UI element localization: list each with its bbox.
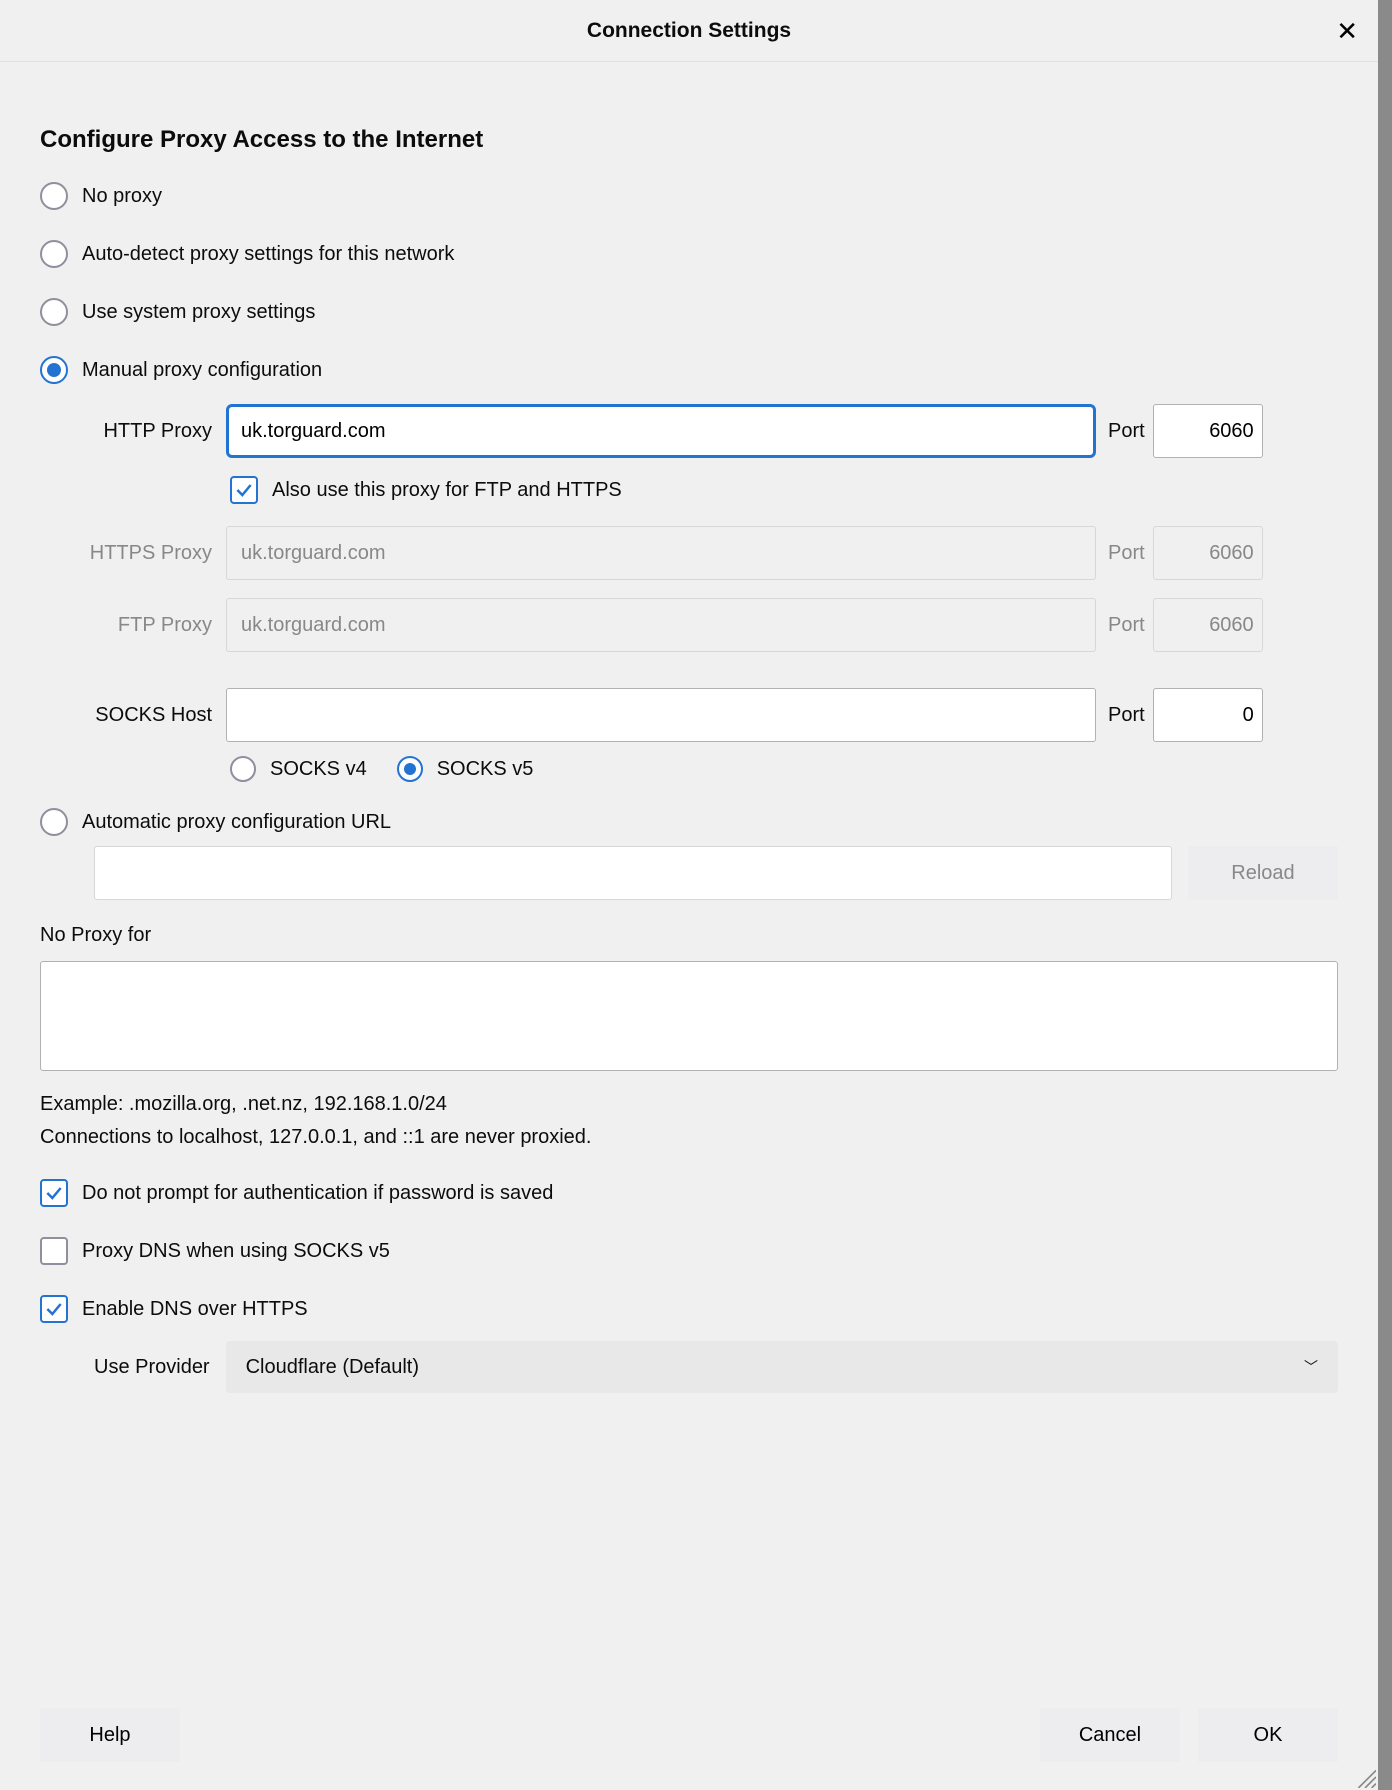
checkbox-also-use[interactable] — [230, 476, 258, 504]
http-proxy-input[interactable] — [226, 404, 1096, 458]
socks-host-label: SOCKS Host — [40, 704, 218, 727]
radio-no-proxy-label: No proxy — [82, 185, 162, 208]
http-port-label: Port — [1108, 420, 1145, 443]
resize-grip-icon[interactable] — [1354, 1766, 1376, 1788]
radio-auto-url-label: Automatic proxy configuration URL — [82, 811, 391, 834]
proxy-dns-socks-label: Proxy DNS when using SOCKS v5 — [82, 1240, 390, 1263]
checkbox-proxy-dns-socks[interactable] — [40, 1237, 68, 1265]
https-port-input — [1153, 526, 1263, 580]
https-proxy-label: HTTPS Proxy — [40, 542, 218, 565]
also-use-label: Also use this proxy for FTP and HTTPS — [272, 479, 622, 502]
no-proxy-for-label: No Proxy for — [40, 924, 1338, 947]
provider-select[interactable]: Cloudflare (Default) ﹀ — [226, 1341, 1338, 1393]
radio-system-label: Use system proxy settings — [82, 301, 315, 324]
help-button[interactable]: Help — [40, 1708, 180, 1762]
chevron-down-icon: ﹀ — [1304, 1357, 1318, 1377]
socks-v4-label: SOCKS v4 — [270, 758, 367, 781]
no-auth-prompt-label: Do not prompt for authentication if pass… — [82, 1182, 553, 1205]
check-icon — [44, 1183, 64, 1203]
radio-manual-proxy[interactable] — [40, 356, 68, 384]
socks-v5-label: SOCKS v5 — [437, 758, 534, 781]
dialog-header: Connection Settings ✕ — [0, 0, 1378, 62]
radio-socks-v5[interactable] — [397, 756, 423, 782]
radio-manual-label: Manual proxy configuration — [82, 359, 322, 382]
ftp-port-input — [1153, 598, 1263, 652]
https-proxy-input — [226, 526, 1096, 580]
ftp-proxy-input — [226, 598, 1096, 652]
radio-auto-url[interactable] — [40, 808, 68, 836]
radio-socks-v4[interactable] — [230, 756, 256, 782]
check-icon — [44, 1299, 64, 1319]
radio-no-proxy[interactable] — [40, 182, 68, 210]
http-port-input[interactable] — [1153, 404, 1263, 458]
https-port-label: Port — [1108, 542, 1145, 565]
no-proxy-note: Connections to localhost, 127.0.0.1, and… — [40, 1126, 1338, 1149]
radio-auto-detect[interactable] — [40, 240, 68, 268]
provider-label: Use Provider — [94, 1356, 210, 1379]
checkbox-no-auth-prompt[interactable] — [40, 1179, 68, 1207]
ftp-port-label: Port — [1108, 614, 1145, 637]
cancel-button[interactable]: Cancel — [1040, 1708, 1180, 1762]
http-proxy-label: HTTP Proxy — [40, 420, 218, 443]
provider-value: Cloudflare (Default) — [246, 1356, 419, 1379]
checkbox-dns-over-https[interactable] — [40, 1295, 68, 1323]
ok-button[interactable]: OK — [1198, 1708, 1338, 1762]
no-proxy-textarea[interactable] — [40, 961, 1338, 1071]
close-icon: ✕ — [1336, 16, 1358, 46]
section-title: Configure Proxy Access to the Internet — [40, 126, 1338, 154]
socks-port-input[interactable] — [1153, 688, 1263, 742]
auto-url-input — [94, 846, 1172, 900]
socks-port-label: Port — [1108, 704, 1145, 727]
reload-button: Reload — [1188, 846, 1338, 900]
scrollbar-track[interactable] — [1378, 0, 1392, 1790]
ftp-proxy-label: FTP Proxy — [40, 614, 218, 637]
socks-host-input[interactable] — [226, 688, 1096, 742]
close-button[interactable]: ✕ — [1336, 18, 1358, 44]
check-icon — [234, 480, 254, 500]
radio-auto-detect-label: Auto-detect proxy settings for this netw… — [82, 243, 454, 266]
dns-over-https-label: Enable DNS over HTTPS — [82, 1298, 308, 1321]
dialog-title: Connection Settings — [587, 19, 791, 43]
no-proxy-example: Example: .mozilla.org, .net.nz, 192.168.… — [40, 1093, 1338, 1116]
radio-system-proxy[interactable] — [40, 298, 68, 326]
